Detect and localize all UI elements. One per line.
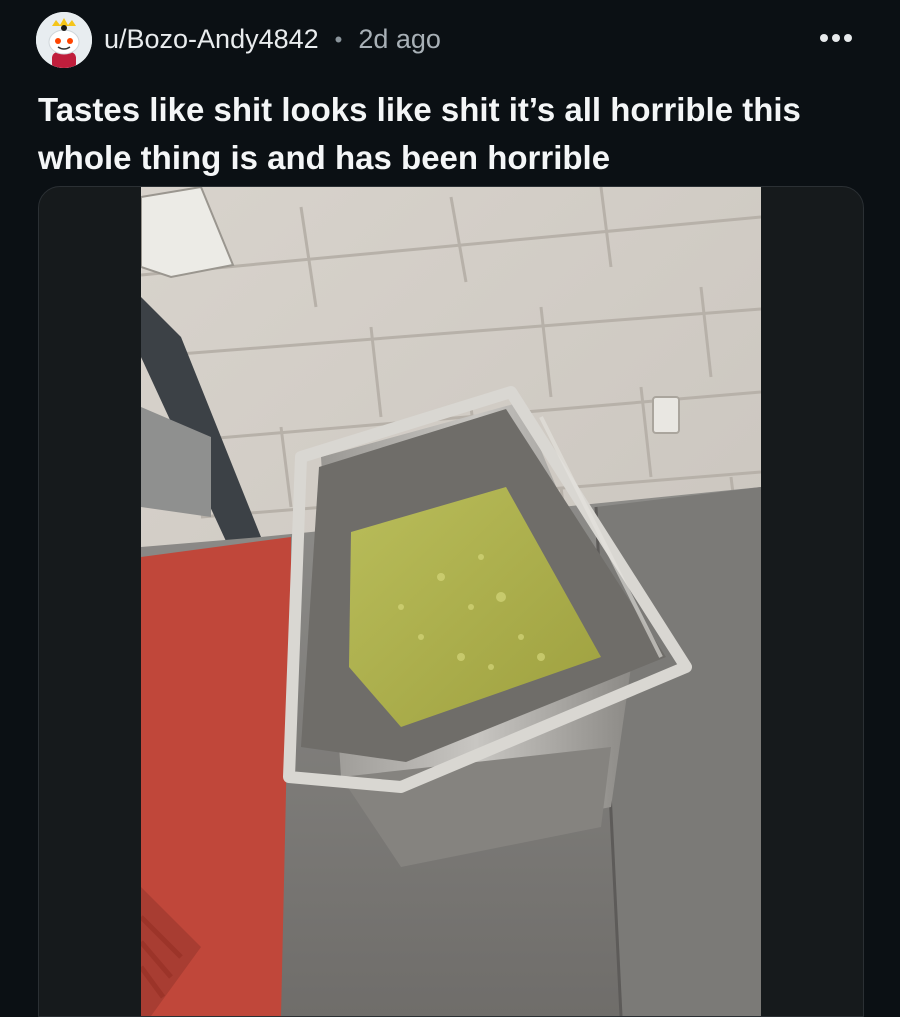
meta-separator: • bbox=[334, 26, 343, 52]
more-options-button[interactable] bbox=[814, 26, 858, 50]
ellipsis-icon bbox=[820, 34, 852, 42]
post-media[interactable] bbox=[38, 186, 864, 1017]
post-age: 2d ago bbox=[358, 24, 441, 54]
snoo-avatar-icon bbox=[36, 12, 92, 68]
post-title[interactable]: Tastes like shit looks like shit it’s al… bbox=[38, 86, 858, 182]
username-link[interactable]: u/Bozo-Andy4842 bbox=[104, 24, 319, 55]
post-header: u/Bozo-Andy4842 • 2d ago bbox=[36, 12, 870, 68]
post-meta: u/Bozo-Andy4842 • 2d ago bbox=[104, 24, 441, 55]
photo bbox=[141, 187, 761, 1016]
avatar[interactable] bbox=[36, 12, 92, 68]
